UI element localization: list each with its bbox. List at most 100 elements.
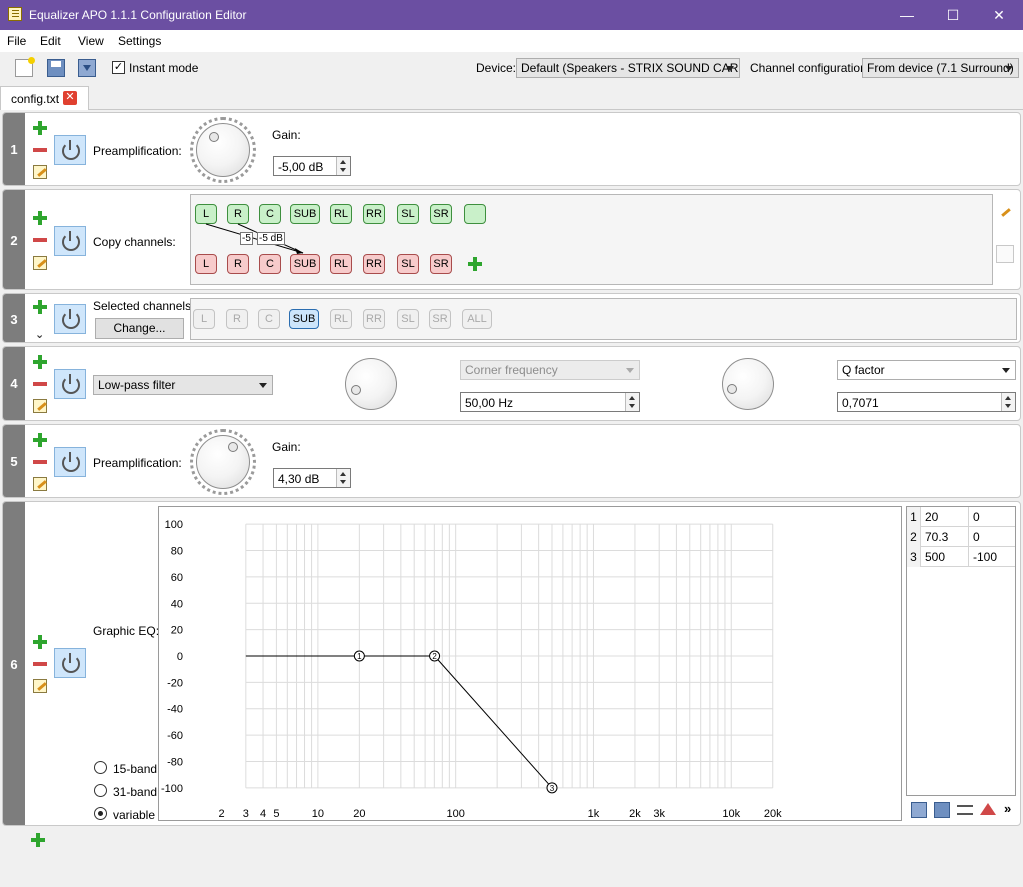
parameter-2-select[interactable]: Q factor	[837, 360, 1016, 380]
power-toggle-icon[interactable]	[54, 648, 86, 678]
edit-icon[interactable]	[33, 165, 47, 179]
tab-config-txt[interactable]: config.txt ✕	[0, 86, 89, 110]
edit-icon[interactable]	[33, 477, 47, 491]
radio-31-band[interactable]	[94, 784, 107, 797]
import-icon[interactable]	[911, 802, 927, 818]
add-icon[interactable]	[33, 121, 47, 135]
add-target-icon[interactable]	[468, 257, 482, 271]
maximize-button[interactable]: ☐	[930, 0, 976, 30]
target-channel-rr[interactable]: RR	[363, 254, 385, 274]
mix-label-r[interactable]: -5 dB	[257, 232, 285, 245]
eq-graph-svg[interactable]: 100806040200-20-40-60-80-1002 3 4 5 10 20 100 1…	[159, 507, 901, 820]
remove-icon[interactable]	[33, 143, 47, 157]
edit-icon[interactable]	[33, 399, 47, 413]
edit-icon[interactable]	[33, 256, 47, 270]
spin-arrows-icon[interactable]	[336, 157, 350, 175]
power-toggle-icon[interactable]	[54, 447, 86, 477]
add-icon[interactable]	[33, 635, 47, 649]
add-icon[interactable]	[33, 355, 47, 369]
row-number: 5	[3, 425, 25, 497]
menu-settings[interactable]: Settings	[118, 34, 161, 48]
more-options-icon[interactable]: »	[1004, 801, 1011, 816]
power-toggle-icon[interactable]	[54, 369, 86, 399]
menu-view[interactable]: View	[78, 34, 104, 48]
radio-variable[interactable]	[94, 807, 107, 820]
gain-knob[interactable]	[196, 435, 250, 489]
q-factor-spinbox[interactable]: 0,7071	[837, 392, 1016, 412]
change-button[interactable]: Change...	[95, 318, 184, 339]
connection-l-sub[interactable]	[205, 223, 304, 254]
remove-icon[interactable]	[33, 377, 47, 391]
remove-icon[interactable]	[33, 455, 47, 469]
table-row[interactable]: 3 500 -100	[907, 547, 1015, 567]
power-toggle-icon[interactable]	[54, 135, 86, 165]
filter-type-select[interactable]: Low-pass filter	[93, 375, 273, 395]
normalize-icon[interactable]	[980, 803, 996, 815]
table-cell-frequency[interactable]: 70.3	[921, 527, 969, 547]
add-icon[interactable]	[33, 433, 47, 447]
spin-arrows-icon[interactable]	[1001, 393, 1015, 411]
table-cell-gain[interactable]: 0	[969, 527, 1015, 547]
radio-15-band[interactable]	[94, 761, 107, 774]
invert-response-icon[interactable]	[957, 805, 973, 815]
corner-frequency-knob[interactable]	[345, 358, 397, 410]
gain-knob[interactable]	[196, 123, 250, 177]
brush-icon[interactable]	[998, 206, 1012, 220]
edit-icon[interactable]	[33, 679, 47, 693]
channel-sr[interactable]: SR	[429, 309, 451, 329]
power-toggle-icon[interactable]	[54, 226, 86, 256]
minimize-button[interactable]: —	[884, 0, 930, 30]
close-button[interactable]: ✕	[976, 0, 1022, 30]
table-row[interactable]: 1 20 0	[907, 507, 1015, 527]
corner-frequency-spinbox[interactable]: 50,00 Hz	[460, 392, 640, 412]
add-filter-icon[interactable]	[31, 833, 45, 847]
channel-all[interactable]: ALL	[462, 309, 492, 329]
target-channel-rl[interactable]: RL	[330, 254, 352, 274]
channel-rr[interactable]: RR	[363, 309, 385, 329]
channel-sub-selected[interactable]: SUB	[289, 309, 319, 329]
table-row[interactable]: 2 70.3 0	[907, 527, 1015, 547]
spin-arrows-icon[interactable]	[336, 469, 350, 487]
list-view-icon[interactable]	[996, 245, 1014, 263]
chevron-double-down-icon[interactable]: ⌄	[35, 328, 44, 341]
tab-close-icon[interactable]: ✕	[63, 91, 77, 105]
channel-configuration-select[interactable]: From device (7.1 Surround)	[862, 58, 1019, 78]
target-channel-sr[interactable]: SR	[430, 254, 452, 274]
power-toggle-icon[interactable]	[54, 304, 86, 334]
remove-icon[interactable]	[33, 233, 47, 247]
channel-r[interactable]: R	[226, 309, 248, 329]
source-channel-rr[interactable]: RR	[363, 204, 385, 224]
q-factor-knob[interactable]	[722, 358, 774, 410]
table-cell-gain[interactable]: 0	[969, 507, 1015, 527]
filter-row-5: 5 Preamplification: Gain: 4,30 dB	[2, 424, 1021, 498]
export-icon[interactable]	[934, 802, 950, 818]
device-select[interactable]: Default (Speakers - STRIX SOUND CARD)	[516, 58, 740, 78]
y-tick-label: -80	[167, 756, 183, 768]
gain-spinbox[interactable]: -5,00 dB	[273, 156, 351, 176]
new-file-icon[interactable]	[15, 57, 35, 77]
spin-arrows-icon[interactable]	[625, 393, 639, 411]
target-channel-sl[interactable]: SL	[397, 254, 419, 274]
table-cell-frequency[interactable]: 500	[921, 547, 969, 567]
save-icon[interactable]	[47, 59, 65, 77]
source-channel-sr[interactable]: SR	[430, 204, 452, 224]
add-icon[interactable]	[33, 211, 47, 225]
save-as-icon[interactable]	[78, 59, 96, 77]
table-cell-frequency[interactable]: 20	[921, 507, 969, 527]
gain-spinbox[interactable]: 4,30 dB	[273, 468, 351, 488]
table-cell-gain[interactable]: -100	[969, 547, 1015, 567]
channel-c[interactable]: C	[258, 309, 280, 329]
instant-mode-checkbox[interactable]: ✓	[112, 61, 125, 74]
mix-label-l[interactable]: -5	[240, 232, 253, 245]
remove-icon[interactable]	[33, 657, 47, 671]
channel-rl[interactable]: RL	[330, 309, 352, 329]
channel-sl[interactable]: SL	[397, 309, 419, 329]
channel-l[interactable]: L	[193, 309, 215, 329]
source-channel-sl[interactable]: SL	[397, 204, 419, 224]
source-channel-constant[interactable]	[464, 204, 486, 224]
add-icon[interactable]	[33, 300, 47, 314]
menu-file[interactable]: File	[7, 34, 26, 48]
eq-graph[interactable]: 100 80 60 40 20 0 -20 -40 -60 -80 -100 2 3 4 5 10 20 100 1…	[158, 506, 902, 821]
menu-edit[interactable]: Edit	[40, 34, 61, 48]
source-channel-rl[interactable]: RL	[330, 204, 352, 224]
